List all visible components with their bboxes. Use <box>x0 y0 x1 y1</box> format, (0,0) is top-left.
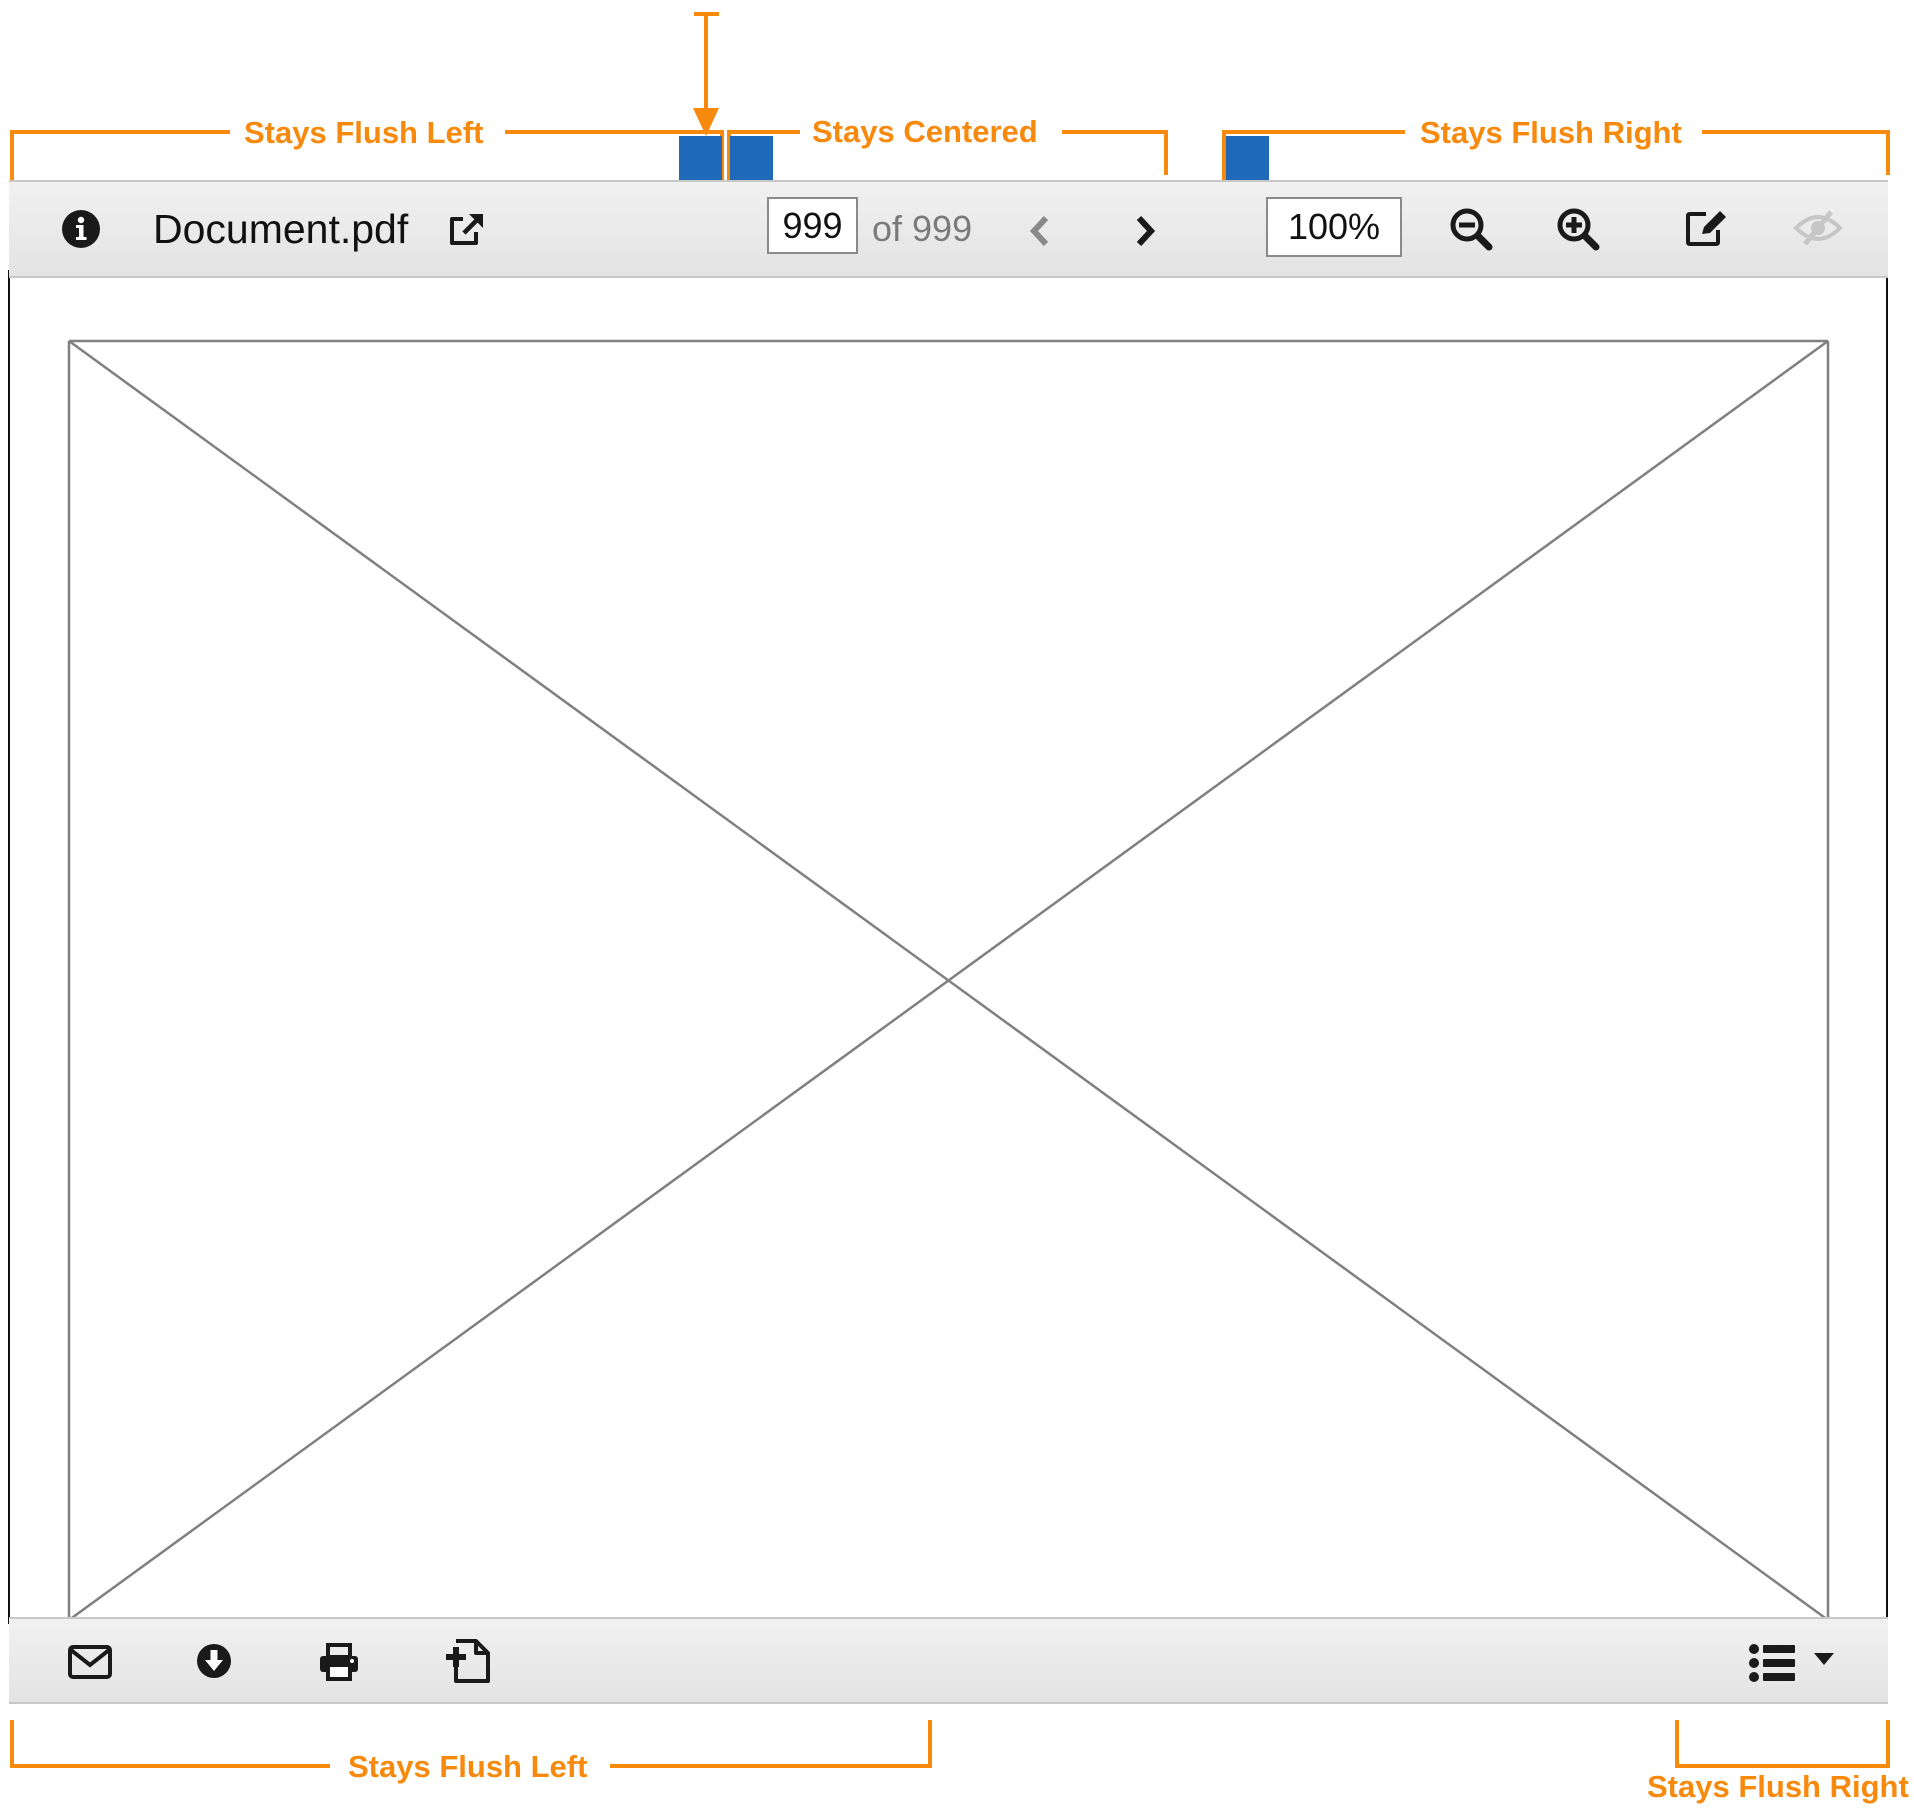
footer-toolbar <box>9 1617 1888 1704</box>
chevron-right-icon[interactable] <box>1134 215 1156 247</box>
print-icon[interactable] <box>318 1643 360 1681</box>
zoom-in-icon[interactable] <box>1555 206 1601 252</box>
page-number-input[interactable] <box>767 197 858 254</box>
external-link-icon[interactable] <box>447 212 485 248</box>
caret-down-icon[interactable] <box>1813 1652 1835 1666</box>
edit-icon[interactable] <box>1684 206 1730 248</box>
zoom-level-input[interactable] <box>1266 197 1402 257</box>
document-name: Document.pdf <box>153 206 409 252</box>
page-total: of 999 <box>872 208 973 249</box>
list-icon[interactable] <box>1749 1644 1797 1682</box>
download-icon[interactable] <box>196 1643 232 1679</box>
eye-slash-icon[interactable] <box>1793 210 1843 246</box>
zoom-out-icon[interactable] <box>1448 206 1494 252</box>
envelope-icon[interactable] <box>67 1644 113 1680</box>
add-file-icon[interactable] <box>442 1637 494 1685</box>
chevron-left-icon[interactable] <box>1029 215 1051 247</box>
info-icon[interactable] <box>62 210 100 248</box>
header-toolbar: Document.pdf of 999 <box>9 180 1888 278</box>
